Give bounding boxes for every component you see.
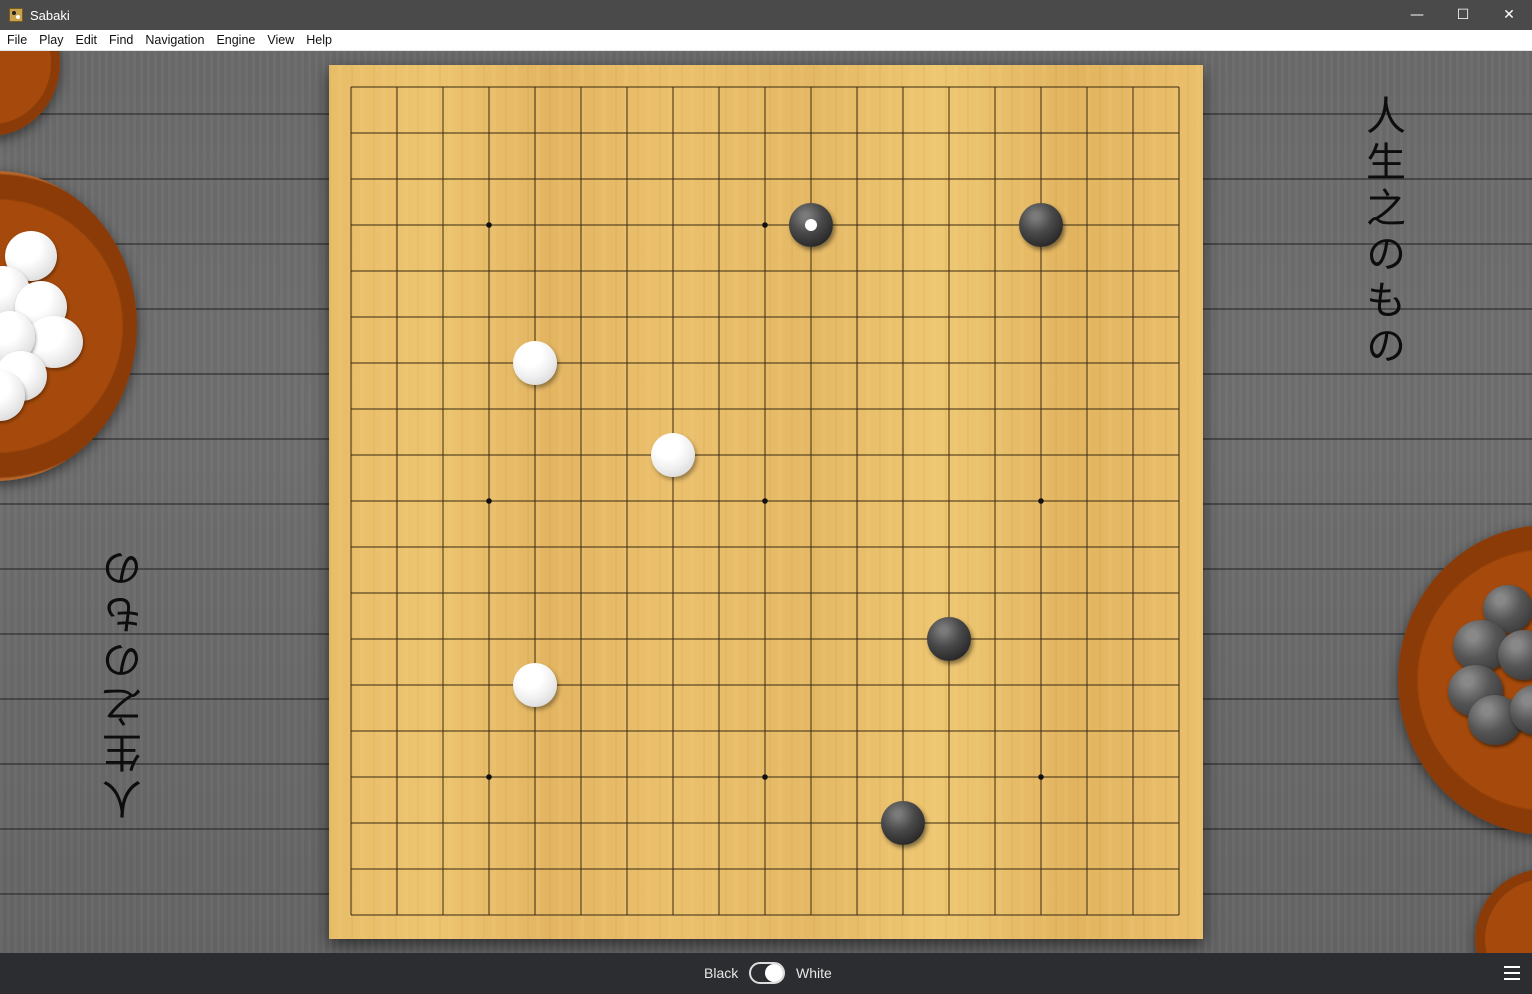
menu-edit[interactable]: Edit [70, 30, 102, 51]
menu-view[interactable]: View [262, 30, 299, 51]
menu-file[interactable]: File [2, 30, 32, 51]
menu-engine[interactable]: Engine [211, 30, 260, 51]
window-controls: — ☐ ✕ [1394, 0, 1532, 30]
star-point [486, 498, 492, 504]
black-bowl-bottom-right-edge [1475, 869, 1532, 953]
minimize-button[interactable]: — [1394, 0, 1440, 30]
star-point [762, 774, 768, 780]
go-board[interactable] [329, 65, 1203, 939]
black-stone[interactable] [927, 617, 971, 661]
white-stone[interactable] [651, 433, 695, 477]
star-point [1038, 498, 1044, 504]
black-stone[interactable] [1019, 203, 1063, 247]
star-point [762, 222, 768, 228]
window-title: Sabaki [30, 7, 70, 23]
maximize-button[interactable]: ☐ [1440, 0, 1486, 30]
toggle-knob [765, 964, 783, 982]
calligraphy-left: 人生之のもの [103, 543, 149, 819]
menu-bar: File Play Edit Find Navigation Engine Vi… [0, 30, 1532, 51]
star-point [762, 498, 768, 504]
white-stone-bowl[interactable] [0, 171, 137, 481]
menu-hamburger-icon[interactable] [1504, 966, 1520, 980]
black-stone[interactable] [789, 203, 833, 247]
close-button[interactable]: ✕ [1486, 0, 1532, 30]
board-grid [350, 86, 1180, 916]
white-stone[interactable] [513, 663, 557, 707]
black-player-name: Black [704, 965, 739, 981]
menu-find[interactable]: Find [104, 30, 138, 51]
white-stone[interactable] [513, 341, 557, 385]
star-point [486, 774, 492, 780]
black-stone[interactable] [881, 801, 925, 845]
star-point [1038, 774, 1044, 780]
menu-help[interactable]: Help [301, 30, 337, 51]
sabaki-app-icon [9, 8, 23, 22]
white-player-name: White [796, 965, 832, 981]
menu-play[interactable]: Play [34, 30, 68, 51]
title-bar: Sabaki — ☐ ✕ [0, 0, 1532, 30]
menu-navigation[interactable]: Navigation [140, 30, 209, 51]
black-stone-bowl[interactable] [1398, 525, 1532, 835]
last-move-marker [805, 219, 817, 231]
star-point [486, 222, 492, 228]
white-bowl-top-left-edge [0, 51, 60, 136]
calligraphy-right: 人生之のもの [1359, 95, 1405, 371]
